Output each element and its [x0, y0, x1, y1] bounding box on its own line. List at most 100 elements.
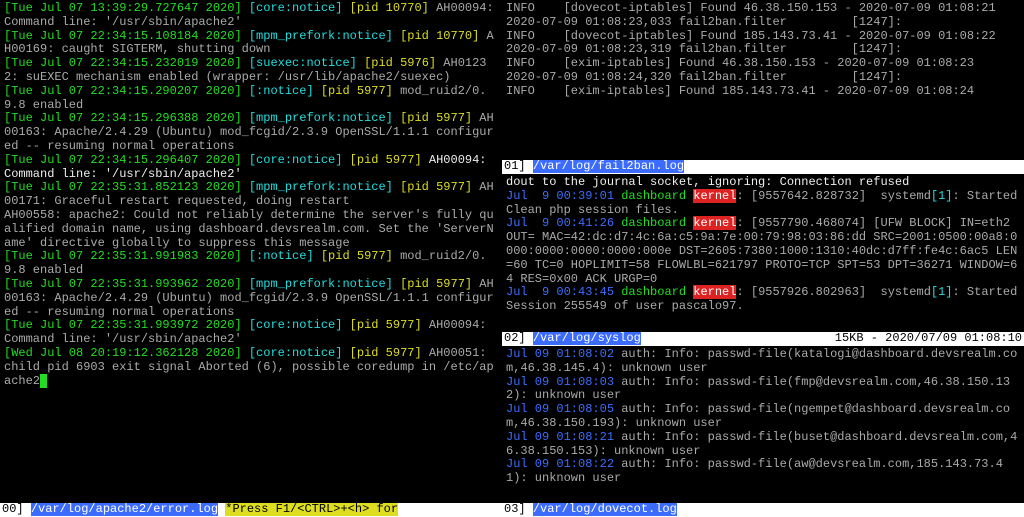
log-seg: Jul 9 00:43:45 [506, 285, 614, 299]
log-line: 2020-07-09 01:08:24,320 fail2ban.filter … [506, 71, 1020, 85]
log-seg: [mpm_prefork:notice] [249, 29, 393, 43]
log-seg: INFO [dovecot-iptables] Found 46.38.150.… [506, 1, 996, 15]
log-seg [342, 153, 349, 167]
log-line: Jul 9 00:41:26 dashboard kernel: [955779… [506, 217, 1020, 286]
log-seg: Jul 09 01:08:21 [506, 430, 614, 444]
pane-syslog[interactable]: dout to the journal socket, ignoring: Co… [502, 174, 1024, 346]
log-seg: dashboard [614, 216, 693, 230]
log-seg: [1] [931, 189, 953, 203]
status-path: /var/log/apache2/error.log [31, 503, 218, 516]
log-seg: dashboard [614, 285, 693, 299]
log-seg: [pid 5977] [321, 249, 393, 263]
log-seg: Jul 09 01:08:05 [506, 402, 614, 416]
log-line: [Tue Jul 07 22:34:15.232019 2020] [suexe… [4, 57, 498, 85]
status-bar-fail2ban: 01] /var/log/fail2ban.log [502, 160, 1024, 174]
pane-right-stack: INFO [dovecot-iptables] Found 46.38.150.… [502, 0, 1024, 517]
log-seg: [suexec:notice] [249, 56, 357, 70]
log-line: INFO [exim-iptables] Found 46.38.150.153… [506, 57, 1020, 71]
status-bar-apache: 00] /var/log/apache2/error.log *Press F1… [0, 503, 502, 517]
log-seg [40, 374, 47, 388]
status-index: 02] [504, 332, 526, 345]
pane-fail2ban[interactable]: INFO [dovecot-iptables] Found 46.38.150.… [502, 0, 1024, 174]
log-line: [Tue Jul 07 13:39:29.727647 2020] [core:… [4, 2, 498, 30]
log-seg: [pid 5977] [350, 318, 422, 332]
status-bar-dovecot: 03] /var/log/dovecot.log [502, 503, 1024, 517]
log-seg: [mpm_prefork:notice] [249, 277, 393, 291]
status-bar-syslog: 02] /var/log/syslog 15KB - 2020/07/09 01… [502, 332, 1024, 346]
log-seg [242, 29, 249, 43]
log-line: [Tue Jul 07 22:35:31.993972 2020] [core:… [4, 319, 498, 347]
log-line: [Tue Jul 07 22:35:31.991983 2020] [:noti… [4, 250, 498, 278]
log-seg: [Tue Jul 07 22:34:15.296407 2020] [4, 153, 242, 167]
status-path: /var/log/fail2ban.log [533, 160, 684, 173]
log-seg [342, 346, 349, 360]
log-line: [Tue Jul 07 22:34:15.108184 2020] [mpm_p… [4, 30, 498, 58]
log-seg: [Tue Jul 07 22:34:15.232019 2020] [4, 56, 242, 70]
log-seg: [pid 5977] [400, 277, 472, 291]
log-seg [242, 153, 249, 167]
pane-apache-error[interactable]: [Tue Jul 07 13:39:29.727647 2020] [core:… [0, 0, 502, 517]
log-seg: INFO [exim-iptables] Found 185.143.73.41… [506, 84, 974, 98]
log-seg: Jul 9 00:41:26 [506, 216, 614, 230]
log-seg [314, 84, 321, 98]
log-seg [357, 56, 364, 70]
log-seg: [Tue Jul 07 22:35:31.852123 2020] [4, 180, 242, 194]
log-seg: [pid 10770] [350, 1, 429, 15]
log-seg: [pid 10770] [400, 29, 479, 43]
log-seg [242, 277, 249, 291]
log-seg [342, 318, 349, 332]
log-line: INFO [dovecot-iptables] Found 46.38.150.… [506, 2, 1020, 16]
log-line: AH00558: apache2: Could not reliably det… [4, 209, 498, 250]
log-line: Jul 9 00:39:01 dashboard kernel: [955764… [506, 190, 1020, 218]
log-body-apache: [Tue Jul 07 13:39:29.727647 2020] [core:… [0, 0, 502, 390]
log-seg [393, 29, 400, 43]
pane-dovecot[interactable]: Jul 09 01:08:02 auth: Info: passwd-file(… [502, 346, 1024, 517]
status-path: /var/log/dovecot.log [533, 503, 677, 516]
log-seg: kernel [693, 216, 736, 230]
log-seg: [Tue Jul 07 22:35:31.993972 2020] [4, 318, 242, 332]
log-seg: [:notice] [249, 249, 314, 263]
log-seg: [Wed Jul 08 20:19:12.362128 2020] [4, 346, 242, 360]
log-seg: kernel [693, 189, 736, 203]
log-seg: [core:notice] [249, 346, 343, 360]
log-seg: kernel [693, 285, 736, 299]
log-line: 2020-07-09 01:08:23,033 fail2ban.filter … [506, 16, 1020, 30]
log-line: Jul 09 01:08:03 auth: Info: passwd-file(… [506, 376, 1020, 404]
log-seg: [Tue Jul 07 22:35:31.991983 2020] [4, 249, 242, 263]
status-index: 03] [504, 503, 526, 516]
log-seg: [pid 5977] [400, 111, 472, 125]
log-line: [Tue Jul 07 22:34:15.290207 2020] [:noti… [4, 85, 498, 113]
log-line: 2020-07-09 01:08:23,319 fail2ban.filter … [506, 43, 1020, 57]
log-seg [393, 180, 400, 194]
log-body-fail2ban: INFO [dovecot-iptables] Found 46.38.150.… [502, 0, 1024, 99]
log-seg: [mpm_prefork:notice] [249, 180, 393, 194]
log-seg [314, 249, 321, 263]
log-seg: [pid 5977] [321, 84, 393, 98]
log-seg: [Tue Jul 07 13:39:29.727647 2020] [4, 1, 242, 15]
log-seg: Jul 09 01:08:03 [506, 375, 614, 389]
status-path: /var/log/syslog [533, 332, 641, 345]
log-seg: INFO [dovecot-iptables] Found 185.143.73… [506, 29, 996, 43]
log-seg [393, 277, 400, 291]
log-line: [Tue Jul 07 22:35:31.993962 2020] [mpm_p… [4, 278, 498, 319]
log-seg: AH00558: apache2: Could not reliably det… [4, 208, 494, 250]
log-seg: [core:notice] [249, 318, 343, 332]
log-line: [Wed Jul 08 20:19:12.362128 2020] [core:… [4, 347, 498, 388]
log-seg: [:notice] [249, 84, 314, 98]
log-seg: [pid 5976] [364, 56, 436, 70]
log-line: [Tue Jul 07 22:34:15.296388 2020] [mpm_p… [4, 112, 498, 153]
log-seg [242, 1, 249, 15]
multitail-view: [Tue Jul 07 13:39:29.727647 2020] [core:… [0, 0, 1024, 517]
log-seg: 2020-07-09 01:08:23,319 fail2ban.filter … [506, 42, 902, 56]
status-index: 01] [504, 160, 526, 173]
log-seg: [mpm_prefork:notice] [249, 111, 393, 125]
log-line: dout to the journal socket, ignoring: Co… [506, 176, 1020, 190]
log-body-syslog: dout to the journal socket, ignoring: Co… [502, 174, 1024, 314]
log-seg [393, 111, 400, 125]
log-line: [Tue Jul 07 22:34:15.296407 2020] [core:… [4, 154, 498, 182]
log-seg [242, 318, 249, 332]
log-seg: [pid 5977] [350, 153, 422, 167]
log-seg [242, 346, 249, 360]
log-seg: Jul 9 00:39:01 [506, 189, 614, 203]
log-seg: 2020-07-09 01:08:24,320 fail2ban.filter … [506, 70, 902, 84]
